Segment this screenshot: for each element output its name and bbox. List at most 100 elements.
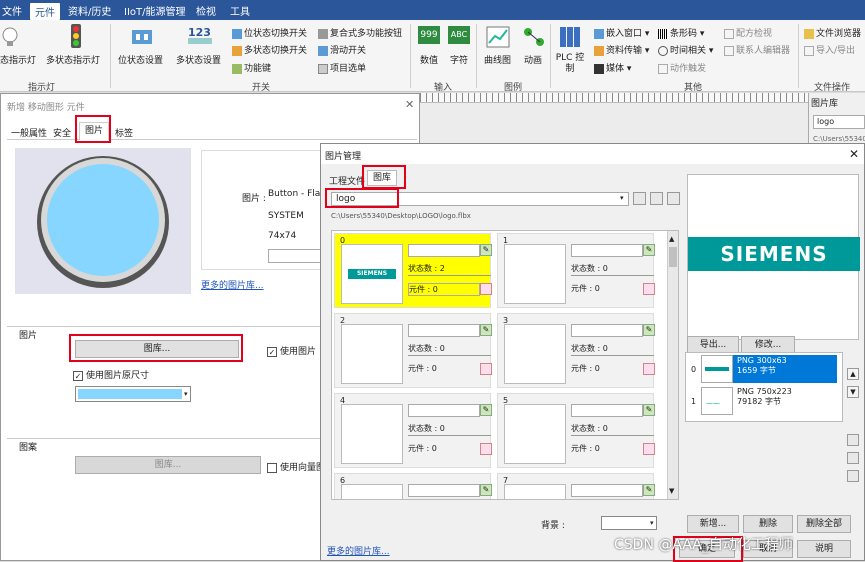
state-row-0[interactable]: 0 PNG 300x63 1659 字节 (687, 355, 837, 385)
image-cell-2[interactable]: 2 ✎ 状态数 : 0 元件 : 0 (334, 313, 492, 388)
tab-iiot[interactable]: IIoT/能源管理 (124, 3, 186, 18)
tab-data-history[interactable]: 资料/历史 (68, 3, 111, 18)
checkbox-unchecked[interactable] (267, 462, 277, 473)
contact-editor-button[interactable]: 联系人编辑器 (724, 43, 790, 56)
edit-icon[interactable]: ✎ (643, 484, 655, 496)
edit-icon[interactable]: ✎ (480, 404, 492, 416)
color-picker[interactable]: ▾ (75, 386, 191, 402)
multi-state-setting-button[interactable]: 多状态设置 (176, 53, 221, 66)
function-key-button[interactable]: 功能键 (232, 61, 271, 74)
recipe-view-button[interactable]: 配方检视 (724, 26, 772, 39)
tab-file[interactable]: 文件 (2, 3, 22, 18)
plc-control-button[interactable]: PLC 控制 (554, 53, 586, 75)
right-panel-search[interactable]: logo (813, 115, 865, 129)
image-cell-7[interactable]: 7 ✎ (497, 473, 655, 499)
edit-icon[interactable]: ✎ (480, 244, 492, 256)
add-button[interactable]: 新增... (687, 515, 739, 533)
multi-toggle-switch-button[interactable]: 多状态切换开关 (232, 43, 307, 56)
element-icon[interactable] (480, 363, 492, 375)
add-library-icon[interactable] (650, 192, 663, 205)
edit-icon[interactable]: ✎ (480, 484, 492, 496)
tab-general[interactable]: 一般属性 (11, 126, 47, 139)
indicator-button[interactable]: 态指示灯 (0, 53, 36, 66)
delete-button[interactable]: 删除 (743, 515, 793, 533)
numeric-button[interactable]: 数值 (420, 53, 438, 66)
image-name-field[interactable] (408, 244, 480, 257)
image-cell-5[interactable]: 5 ✎ 状态数 : 0 元件 : 0 (497, 393, 655, 468)
tool-icon-2[interactable] (847, 452, 859, 464)
state-row-1[interactable]: 1 ⁓⁓ PNG 750x223 79182 字节 (687, 387, 827, 417)
tab-view[interactable]: 检视 (196, 3, 216, 18)
highlight-picture-tab (75, 115, 111, 143)
tab-project-file[interactable]: 工程文件 (329, 174, 365, 187)
folder-icon (804, 28, 814, 39)
action-trigger-button[interactable]: 动作触发 (658, 61, 706, 74)
slide-switch-button[interactable]: 滑动开关 (318, 43, 366, 56)
element-icon[interactable] (643, 283, 655, 295)
background-color-select[interactable]: ▾ (601, 516, 657, 530)
close-icon[interactable]: ✕ (405, 98, 414, 111)
more-library-link[interactable]: 更多的图片库... (201, 278, 264, 291)
edit-icon[interactable]: ✎ (480, 324, 492, 336)
bit-toggle-switch-button[interactable]: 位状态切换开关 (232, 26, 307, 39)
trend-chart-button[interactable]: 曲线图 (484, 53, 511, 66)
close-icon[interactable]: ✕ (849, 147, 859, 161)
multi-state-icon: 123 (188, 24, 212, 46)
embed-window-button[interactable]: 嵌入窗口 ▾ (594, 26, 649, 39)
checkbox-checked[interactable]: ✓ (267, 346, 277, 357)
image-cell-4[interactable]: 4 ✎ 状态数 : 0 元件 : 0 (334, 393, 492, 468)
orig-size-checkbox[interactable]: ✓ 使用图片原尺寸 (73, 368, 149, 381)
element-icon[interactable] (643, 443, 655, 455)
image-cell-0[interactable]: 0 SIEMENS ✎ 状态数 : 2 元件 : 0 (334, 233, 492, 308)
edit-icon[interactable]: ✎ (643, 404, 655, 416)
edit-icon[interactable]: ✎ (643, 244, 655, 256)
help-button[interactable]: 说明 (797, 540, 851, 558)
scroll-thumb[interactable] (669, 247, 677, 267)
element-icon[interactable] (480, 283, 492, 295)
tab-label[interactable]: 标签 (115, 126, 133, 139)
multi-indicator-button[interactable]: 多状态指示灯 (46, 53, 100, 66)
tab-security[interactable]: 安全 (53, 126, 71, 139)
scroll-up-icon[interactable]: ▲ (669, 235, 674, 243)
image-cell-1[interactable]: 1 ✎ 状态数 : 0 元件 : 0 (497, 233, 655, 308)
time-related-button[interactable]: 时间相关 ▾ (658, 43, 713, 56)
image-thumbnail: SIEMENS (341, 244, 403, 304)
more-library-link[interactable]: 更多的图片库... (327, 544, 390, 557)
search-icon[interactable] (633, 192, 646, 205)
barcode-button[interactable]: 条形码 ▾ (658, 26, 704, 39)
ribbon: 态指示灯 多状态指示灯 指示灯 位状态设置 123 多状态设置 位状态切换开关 … (0, 20, 865, 93)
grid-scrollbar[interactable]: ▲ ▼ (667, 231, 678, 499)
file-browser-button[interactable]: 文件浏览器 (804, 26, 861, 39)
data-transfer-button[interactable]: 资料传输 ▾ (594, 43, 649, 56)
image-preview: SIEMENS (687, 174, 860, 340)
element-icon[interactable] (643, 363, 655, 375)
bit-state-setting-button[interactable]: 位状态设置 (118, 53, 163, 66)
move-down-icon[interactable]: ▼ (847, 386, 859, 398)
tab-elements[interactable]: 元件 (30, 3, 60, 20)
scroll-down-icon[interactable]: ▼ (669, 487, 674, 495)
media-button[interactable]: 媒体 ▾ (594, 61, 631, 74)
animation-button[interactable]: 动画 (524, 53, 542, 66)
tool-icon-3[interactable] (847, 470, 859, 482)
combo-button[interactable]: 复合式多功能按钮 (318, 26, 402, 39)
use-vector-checkbox[interactable]: 使用向量图 (267, 460, 325, 473)
element-icon[interactable] (480, 443, 492, 455)
delete-all-button[interactable]: 删除全部 (797, 515, 851, 533)
import-export-button[interactable]: 导入/导出 (804, 43, 855, 56)
item-list-button[interactable]: 项目选单 (318, 61, 366, 74)
tab-tools[interactable]: 工具 (230, 3, 250, 18)
image-cell-3[interactable]: 3 ✎ 状态数 : 0 元件 : 0 (497, 313, 655, 388)
image-grid: 0 SIEMENS ✎ 状态数 : 2 元件 : 0 1 ✎ 状态数 : 0 元… (331, 230, 679, 500)
bit-switch-icon (130, 26, 154, 48)
tool-icon-1[interactable] (847, 434, 859, 446)
char-button[interactable]: 字符 (450, 53, 468, 66)
image-cell-6[interactable]: 6 ✎ (334, 473, 492, 499)
use-picture-checkbox[interactable]: ✓ 使用图片 (267, 344, 316, 357)
move-up-icon[interactable]: ▲ (847, 368, 859, 380)
edit-icon[interactable]: ✎ (643, 324, 655, 336)
clock-icon (658, 45, 668, 56)
pattern-library-button[interactable]: 图库... (75, 456, 261, 474)
checkbox-checked[interactable]: ✓ (73, 370, 83, 381)
remove-library-icon[interactable] (667, 192, 680, 205)
dialog1-title: 新增 移动图形 元件 (7, 103, 85, 113)
